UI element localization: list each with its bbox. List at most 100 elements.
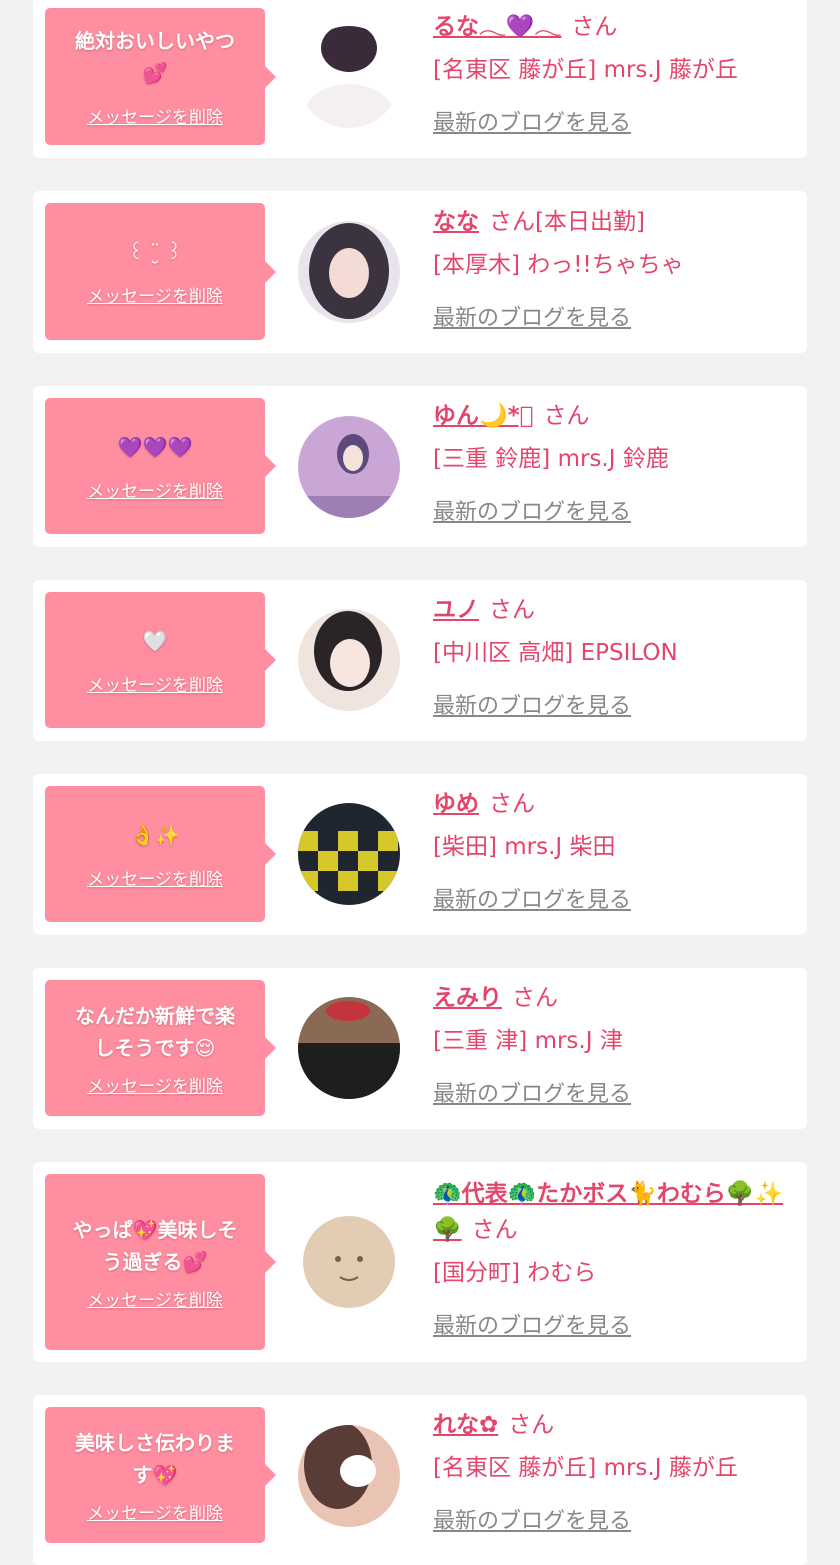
- avatar-lips: [326, 1001, 370, 1021]
- shop-label: [名東区 藤が丘] mrs.J 藤が丘: [433, 57, 738, 83]
- avatar[interactable]: [298, 803, 400, 905]
- delete-message-link[interactable]: メッセージを削除: [87, 1072, 223, 1097]
- delete-message-link[interactable]: メッセージを削除: [87, 1499, 223, 1524]
- name-line: ゆん🌙*ﾟ さん: [433, 398, 793, 434]
- avatar-check: [318, 851, 338, 871]
- message-bubble: 絶対おいしいやつ 💕 メッセージを削除: [45, 8, 276, 145]
- name-line: ゆめ さん: [433, 786, 793, 822]
- message-text: 美味しさ伝わりま す💖: [75, 1430, 235, 1487]
- message-text: なんだか新鮮で楽 しそうです😌: [75, 1003, 235, 1060]
- delete-message-link[interactable]: メッセージを削除: [87, 103, 223, 128]
- message-text: 👌✨: [130, 822, 180, 847]
- message-card: やっぱ💖美味しそ う過ぎる💕 メッセージを削除 🦚代表🦚たかボス🐈わむら🌳✨🌳 さ…: [33, 1162, 807, 1362]
- avatar-photo: [298, 221, 400, 323]
- latest-blog-link[interactable]: 最新のブログを見る: [433, 1076, 631, 1108]
- avatar-photo: [298, 997, 400, 1099]
- message-text: ꒰ ¨̮ ꒱: [128, 240, 182, 264]
- latest-blog-link[interactable]: 最新のブログを見る: [433, 688, 631, 720]
- name-suffix: さん: [512, 985, 558, 1011]
- avatar-face: [343, 445, 363, 471]
- avatar-check: [358, 851, 378, 871]
- latest-blog-link[interactable]: 最新のブログを見る: [433, 105, 631, 137]
- avatar-check: [338, 831, 358, 851]
- delete-message-link[interactable]: メッセージを削除: [87, 282, 223, 307]
- delete-message-link[interactable]: メッセージを削除: [87, 671, 223, 696]
- avatar-photo: [298, 803, 400, 905]
- name-line: なな さん[本日出勤]: [433, 204, 793, 240]
- avatar-figure: [321, 26, 377, 72]
- avatar-photo: [298, 609, 400, 711]
- shop-label: [柴田] mrs.J 柴田: [433, 834, 616, 860]
- message-card: 💜💜💜 メッセージを削除 ゆん🌙*ﾟ さん [三重 鈴鹿] mrs.J 鈴鹿 最新…: [33, 386, 807, 547]
- delete-message-link[interactable]: メッセージを削除: [87, 865, 223, 890]
- cast-name-link[interactable]: れな✿: [433, 1412, 498, 1438]
- latest-blog-link[interactable]: 最新のブログを見る: [433, 494, 631, 526]
- cast-info: ゆめ さん [柴田] mrs.J 柴田 最新のブログを見る: [433, 786, 793, 914]
- avatar[interactable]: [298, 26, 400, 128]
- cast-info: なな さん[本日出勤] [本厚木] わっ!!ちゃちゃ 最新のブログを見る: [433, 204, 793, 332]
- name-line: るな𓂃💜𓂃 さん: [433, 9, 793, 45]
- avatar-banner: [298, 496, 400, 518]
- avatar-face: [330, 639, 370, 687]
- shop-label: [中川区 高畑] EPSILON: [433, 640, 678, 666]
- avatar-clothing: [298, 1043, 400, 1099]
- avatar[interactable]: [298, 221, 400, 323]
- avatar[interactable]: [298, 416, 400, 518]
- delete-message-link[interactable]: メッセージを削除: [87, 1286, 223, 1311]
- avatar-check: [298, 831, 318, 851]
- cast-name-link[interactable]: るな𓂃💜𓂃: [433, 14, 561, 40]
- cast-info: ゆん🌙*ﾟ さん [三重 鈴鹿] mrs.J 鈴鹿 最新のブログを見る: [433, 398, 793, 526]
- shop-label: [本厚木] わっ!!ちゃちゃ: [433, 252, 684, 278]
- avatar[interactable]: [298, 609, 400, 711]
- cast-name-link[interactable]: ゆん🌙*ﾟ: [433, 403, 533, 429]
- name-suffix: さん: [489, 791, 535, 817]
- avatar-photo: [298, 1425, 400, 1527]
- cast-name-link[interactable]: ユノ: [433, 597, 479, 623]
- latest-blog-link[interactable]: 最新のブログを見る: [433, 1503, 631, 1535]
- latest-blog-link[interactable]: 最新のブログを見る: [433, 300, 631, 332]
- shop-label: [三重 津] mrs.J 津: [433, 1028, 623, 1054]
- avatar-check: [298, 871, 318, 891]
- avatar-check: [378, 831, 398, 851]
- message-card: ꒰ ¨̮ ꒱ メッセージを削除 なな さん[本日出勤] [本厚木] わっ!!ちゃち…: [33, 191, 807, 353]
- avatar[interactable]: [298, 997, 400, 1099]
- name-suffix: さん: [543, 403, 590, 429]
- avatar-photo: [298, 1211, 400, 1313]
- avatar-figure: [303, 1216, 395, 1308]
- message-card: 👌✨ メッセージを削除 ゆめ さん [柴田] mrs.J 柴田 最新のブログを見る: [33, 774, 807, 935]
- name-suffix: さん: [508, 1412, 555, 1438]
- cast-info: れな✿ さん [名東区 藤が丘] mrs.J 藤が丘 最新のブログを見る: [433, 1407, 793, 1535]
- name-line: えみり さん: [433, 980, 793, 1016]
- cast-info: ユノ さん [中川区 高畑] EPSILON 最新のブログを見る: [433, 592, 793, 720]
- message-text: やっぱ💖美味しそ う過ぎる💕: [72, 1217, 238, 1274]
- cast-info: るな𓂃💜𓂃 さん [名東区 藤が丘] mrs.J 藤が丘 最新のブログを見る: [433, 9, 793, 137]
- name-suffix: さん: [471, 1217, 518, 1243]
- message-card: 🤍 メッセージを削除 ユノ さん [中川区 高畑] EPSILON 最新のブログを…: [33, 580, 807, 741]
- message-card: 美味しさ伝わりま す💖 メッセージを削除 れな✿ さん [名東区 藤が丘] mrs…: [33, 1395, 807, 1565]
- latest-blog-link[interactable]: 最新のブログを見る: [433, 882, 631, 914]
- name-suffix: さん[本日出勤]: [489, 209, 645, 235]
- avatar[interactable]: [298, 1211, 400, 1313]
- avatar-check: [338, 871, 358, 891]
- delete-message-link[interactable]: メッセージを削除: [87, 477, 223, 502]
- avatar-face: [329, 248, 369, 298]
- shop-label: [国分町] わむら: [433, 1260, 597, 1286]
- avatar[interactable]: [298, 1425, 400, 1527]
- cast-name-link[interactable]: えみり: [433, 985, 502, 1011]
- avatar-eye: [357, 1256, 363, 1262]
- message-bubble: 🤍 メッセージを削除: [45, 592, 276, 728]
- name-line: れな✿ さん: [433, 1407, 793, 1443]
- shop-label: [三重 鈴鹿] mrs.J 鈴鹿: [433, 446, 669, 472]
- cast-name-link[interactable]: なな: [433, 209, 479, 235]
- cast-info: えみり さん [三重 津] mrs.J 津 最新のブログを見る: [433, 980, 793, 1108]
- message-card: 絶対おいしいやつ 💕 メッセージを削除 るな𓂃💜𓂃 さん [名東区 藤が丘] mr…: [33, 0, 807, 158]
- message-bubble: やっぱ💖美味しそ う過ぎる💕 メッセージを削除: [45, 1174, 276, 1350]
- latest-blog-link[interactable]: 最新のブログを見る: [433, 1308, 631, 1340]
- name-suffix: さん: [489, 597, 535, 623]
- avatar-check: [378, 871, 398, 891]
- shop-label: [名東区 藤が丘] mrs.J 藤が丘: [433, 1455, 738, 1481]
- message-bubble: ꒰ ¨̮ ꒱ メッセージを削除: [45, 203, 276, 340]
- message-text: 絶対おいしいやつ 💕: [75, 29, 235, 85]
- cast-name-link[interactable]: ゆめ: [433, 791, 479, 817]
- name-line: ユノ さん: [433, 592, 793, 628]
